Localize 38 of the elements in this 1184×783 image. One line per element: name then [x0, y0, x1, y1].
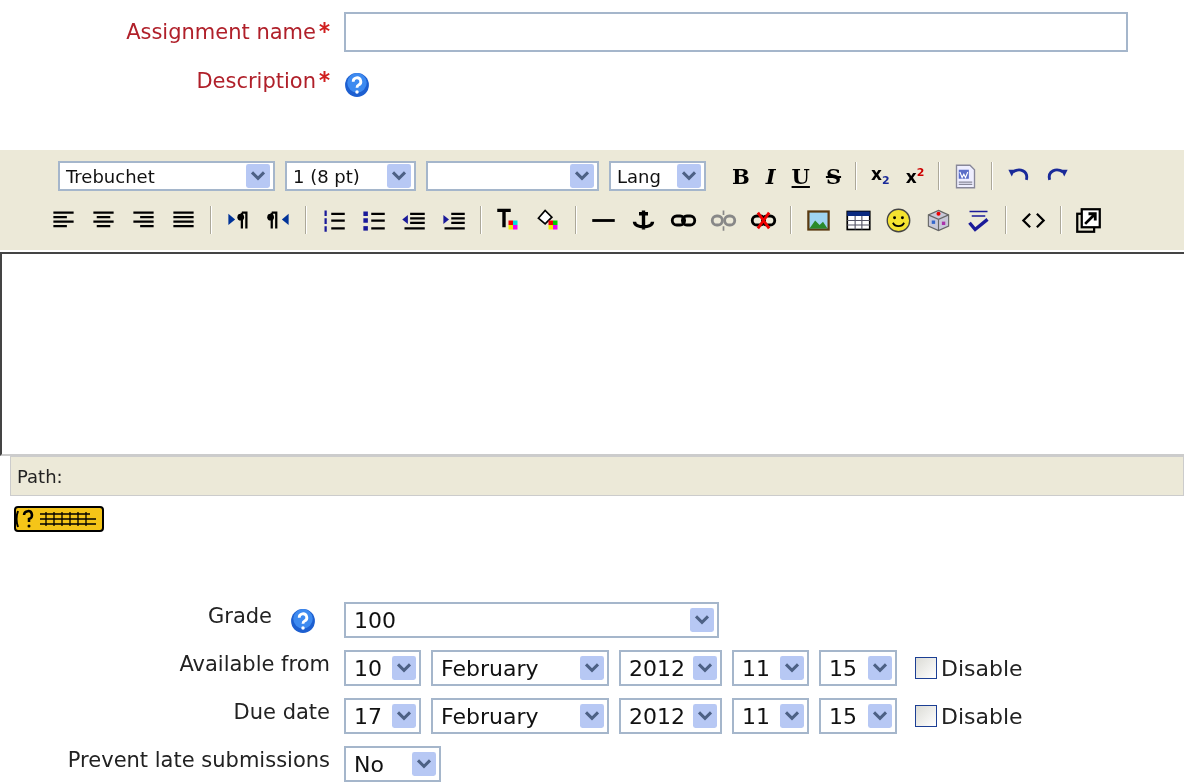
superscript-button[interactable]: x$^{2}$: [903, 166, 927, 186]
day-dropdown[interactable]: 17: [344, 698, 421, 734]
field-label: Available from: [179, 651, 330, 678]
month-dropdown[interactable]: February: [431, 650, 609, 686]
italic-button[interactable]: I: [763, 165, 778, 187]
strikethrough-button[interactable]: S: [823, 165, 844, 187]
subscript-button[interactable]: x$_{2}$: [869, 165, 892, 187]
field-label: Description: [196, 69, 316, 93]
yes-no-dropdown[interactable]: No: [344, 746, 441, 782]
checkbox-label: Disable: [941, 655, 1023, 681]
month-dropdown[interactable]: February: [431, 698, 609, 734]
keyboard-help-icon[interactable]: [14, 506, 104, 532]
field-label: Due date: [233, 699, 330, 726]
checkbox[interactable]: [915, 705, 937, 727]
field-label: Assignment name: [126, 20, 316, 44]
checkbox[interactable]: [915, 657, 937, 679]
underline-button[interactable]: U: [789, 165, 812, 187]
smiley-icon[interactable]: [885, 206, 912, 234]
language-dropdown[interactable]: Lang: [609, 161, 706, 191]
path-label: Path:: [17, 465, 63, 487]
grade-dropdown[interactable]: 100: [344, 602, 719, 638]
assignment-name-field[interactable]: [344, 12, 1128, 52]
year-dropdown[interactable]: 2012: [619, 650, 722, 686]
bold-button[interactable]: B: [730, 165, 752, 187]
minute-dropdown[interactable]: 15: [819, 650, 897, 686]
help-icon[interactable]: [290, 608, 316, 634]
hour-dropdown[interactable]: 11: [732, 698, 809, 734]
fullscreen-icon[interactable]: [1075, 206, 1102, 234]
year-dropdown[interactable]: 2012: [619, 698, 722, 734]
field-label: Grade: [207, 603, 272, 630]
hour-dropdown[interactable]: 11: [732, 650, 809, 686]
font-dropdown[interactable]: Trebuchet: [58, 161, 275, 191]
day-dropdown[interactable]: 10: [344, 650, 421, 686]
font-size-dropdown[interactable]: 1 (8 pt): [285, 161, 416, 191]
minute-dropdown[interactable]: 15: [819, 698, 897, 734]
help-icon[interactable]: [344, 72, 370, 98]
field-label: Prevent late submissions: [67, 747, 330, 774]
checkbox-label: Disable: [941, 703, 1023, 729]
